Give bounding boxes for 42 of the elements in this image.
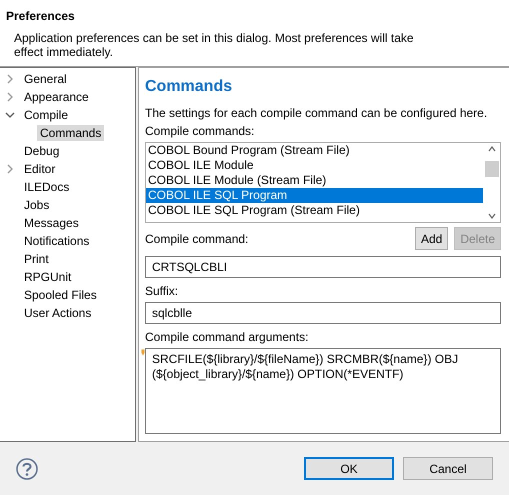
tree-item[interactable]: Debug [21,143,62,159]
tree-item[interactable]: Spooled Files [21,287,100,303]
tree-item[interactable]: RPGUnit [21,269,74,285]
command-label: Compile command: [145,232,248,246]
command-field[interactable]: CRTSQLCBLI [145,256,501,278]
tree-item[interactable]: Print [21,251,52,267]
tree-item[interactable]: ILEDocs [21,179,72,195]
hint-marker-icon [141,349,145,356]
suffix-field[interactable]: sqlcblle [145,302,501,324]
chevron-down-icon[interactable] [5,110,15,120]
dialog-description: Application preferences can be set in this dialog. Most preferences will take effect immediately. [14,31,415,59]
scroll-down-icon[interactable] [488,213,496,219]
chevron-right-icon[interactable] [5,164,15,174]
chevron-right-icon[interactable] [5,74,15,84]
list-item[interactable]: COBOL ILE SQL Program [146,188,483,203]
add-button[interactable]: Add [414,227,448,250]
tree-item[interactable]: Compile [21,107,72,123]
arguments-label: Compile command arguments: [145,330,310,344]
ok-button[interactable]: OK [304,457,394,480]
list-item[interactable]: COBOL ILE SQL Program (Stream File) [146,203,483,218]
cancel-button[interactable]: Cancel [403,457,493,480]
scroll-up-icon[interactable] [488,146,496,152]
tree-item[interactable]: User Actions [21,305,94,321]
dialog-title: Preferences [6,9,76,23]
tree-item[interactable]: Notifications [21,233,92,249]
tree-item[interactable]: Editor [21,161,58,177]
arguments-field[interactable]: SRCFILE(${library}/${fileName}) SRCMBR(${name}) OBJ (${object_library}/${name}) OPTION(*EVENTF) [145,348,501,434]
list-item[interactable]: COBOL ILE Module [146,158,483,173]
suffix-label: Suffix: [145,284,180,298]
tree-item[interactable]: Appearance [21,89,92,105]
tree-item[interactable]: Commands [37,125,104,141]
tree-item[interactable]: General [21,71,70,87]
list-item[interactable]: COBOL Bound Program (Stream File) [146,143,483,158]
scrollbar-thumb[interactable] [484,160,498,176]
tree-item[interactable]: Jobs [21,197,52,213]
commands-label: Compile commands: [145,124,256,138]
tree-item[interactable]: Messages [21,215,82,231]
list-item[interactable]: COBOL ILE Module (Stream File) [146,173,483,188]
intro-text: The settings for each compile command can be configured here. [145,106,488,120]
page-heading: Commands [145,78,234,96]
chevron-right-icon[interactable] [5,92,15,102]
help-icon[interactable] [16,458,38,480]
